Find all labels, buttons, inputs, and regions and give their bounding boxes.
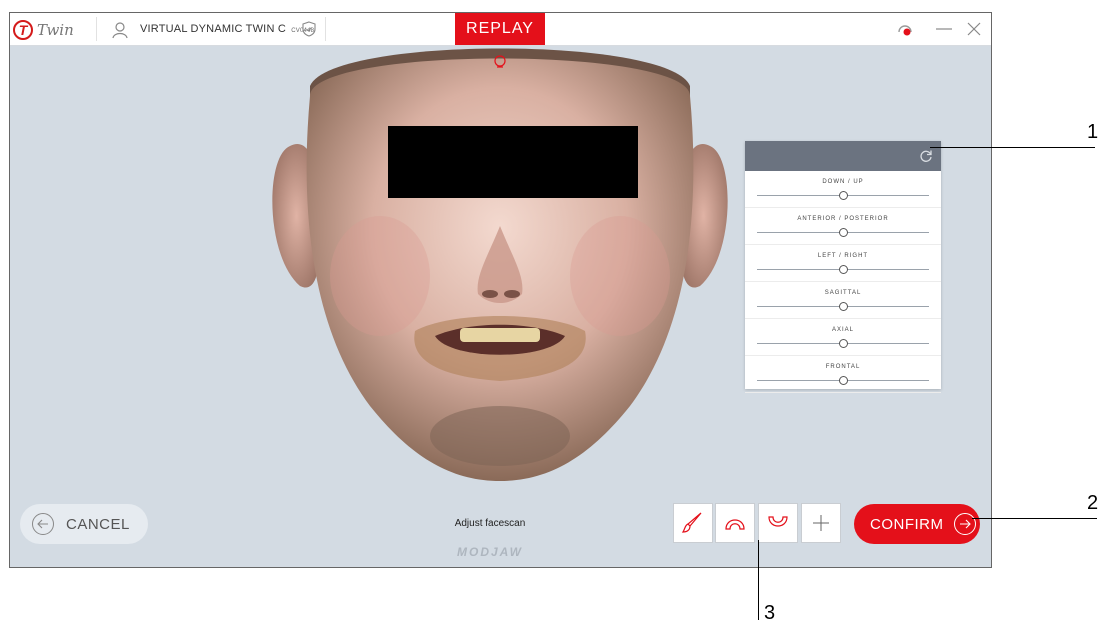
minimize-icon[interactable] — [935, 20, 953, 38]
arrow-left-icon — [32, 513, 54, 535]
slider-track[interactable] — [757, 265, 929, 274]
slider-track[interactable] — [757, 302, 929, 311]
cancel-button[interactable]: CANCEL — [20, 504, 148, 544]
callout-line-2 — [972, 518, 1097, 519]
slider-label: AXIAL — [831, 327, 854, 333]
slider-row: SAGITTAL — [745, 282, 941, 319]
slider-label: LEFT / RIGHT — [817, 253, 869, 259]
slider-thumb[interactable] — [839, 339, 848, 348]
slider-thumb[interactable] — [839, 228, 848, 237]
adjust-facescan-panel: DOWN / UP ANTERIOR / POSTERIOR LEFT / RIGH… — [745, 141, 941, 393]
slider-track[interactable] — [757, 228, 929, 237]
logo-mark: T — [13, 20, 33, 40]
privacy-bar — [388, 126, 638, 198]
twin-logo: T Twin — [13, 18, 74, 42]
slider-thumb[interactable] — [839, 191, 848, 200]
upper-arch-icon — [725, 519, 745, 530]
modjaw-logo: MODJAW — [457, 545, 523, 559]
lower-arch-icon — [768, 516, 788, 527]
slider-label: DOWN / UP — [822, 179, 864, 185]
close-icon[interactable] — [966, 20, 982, 38]
callout-line-3 — [758, 540, 759, 620]
logo-text: Twin — [37, 21, 74, 39]
slider-thumb[interactable] — [839, 302, 848, 311]
head-orientation-icon[interactable] — [494, 55, 506, 69]
record-icon[interactable] — [895, 20, 915, 38]
status-text: Adjust facescan — [454, 518, 526, 529]
callout-number-2: 2 — [1087, 492, 1099, 514]
crosshair-tool-button[interactable] — [801, 503, 841, 543]
panel-header — [745, 141, 941, 171]
cancel-label: CANCEL — [66, 515, 130, 533]
upper-arch-tool-button[interactable] — [715, 503, 755, 543]
slider-row: LEFT / RIGHT — [745, 245, 941, 282]
brush-icon — [681, 512, 702, 533]
divider — [96, 17, 97, 41]
slider-track[interactable] — [757, 339, 929, 348]
confirm-button[interactable]: CONFIRM — [854, 504, 980, 544]
callout-number-3: 3 — [764, 602, 776, 624]
slider-row: AXIAL — [745, 319, 941, 356]
face-scan-3d-model[interactable] — [250, 26, 750, 496]
brush-tool-button[interactable] — [673, 503, 713, 543]
slider-list: DOWN / UP ANTERIOR / POSTERIOR LEFT / RIGH… — [745, 171, 941, 393]
arrow-right-icon — [953, 513, 976, 535]
slider-label: ANTERIOR / POSTERIOR — [797, 216, 889, 222]
callout-number-1: 1 — [1087, 121, 1099, 143]
user-icon — [112, 22, 128, 39]
confirm-label: CONFIRM — [870, 515, 944, 533]
slider-row: ANTERIOR / POSTERIOR — [745, 208, 941, 245]
slider-track[interactable] — [757, 376, 929, 385]
reset-icon[interactable] — [919, 149, 933, 163]
lower-arch-tool-button[interactable] — [758, 503, 798, 543]
callout-line-1 — [930, 147, 1095, 148]
slider-label: FRONTAL — [825, 364, 861, 370]
crosshair-icon — [813, 515, 829, 531]
slider-thumb[interactable] — [839, 265, 848, 274]
slider-track[interactable] — [757, 191, 929, 200]
slider-thumb[interactable] — [839, 376, 848, 385]
app-window: T Twin VIRTUAL DYNAMIC TWIN C CV0448 REP… — [9, 12, 992, 568]
slider-row: DOWN / UP — [745, 171, 941, 208]
3d-viewport[interactable]: DOWN / UP ANTERIOR / POSTERIOR LEFT / RIGH… — [10, 46, 991, 567]
slider-row: FRONTAL — [745, 356, 941, 393]
slider-label: SAGITTAL — [824, 290, 862, 296]
